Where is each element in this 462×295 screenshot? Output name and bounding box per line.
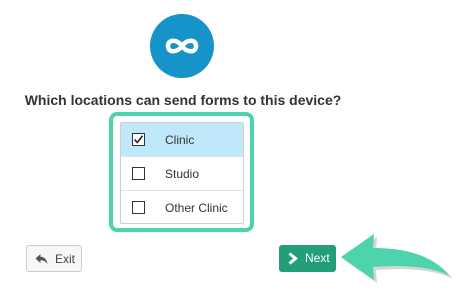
infinity-icon <box>165 38 199 54</box>
app-logo <box>150 14 214 78</box>
next-button-label: Next <box>305 251 330 265</box>
exit-button[interactable]: Exit <box>26 245 82 272</box>
exit-button-label: Exit <box>55 252 76 266</box>
location-checkbox-other-clinic[interactable] <box>132 201 145 214</box>
location-label: Other Clinic <box>165 201 228 215</box>
locations-highlight-frame: Clinic Studio Other Clinic <box>109 112 254 232</box>
location-row-studio[interactable]: Studio <box>121 157 243 191</box>
location-row-clinic[interactable]: Clinic <box>121 123 243 157</box>
locations-list: Clinic Studio Other Clinic <box>120 122 244 224</box>
pointer-arrow-icon <box>341 234 453 283</box>
location-question: Which locations can send forms to this d… <box>24 92 342 108</box>
location-label: Studio <box>165 167 200 181</box>
location-checkbox-studio[interactable] <box>132 167 145 180</box>
chevron-right-icon <box>288 252 298 265</box>
next-button[interactable]: Next <box>279 245 336 272</box>
location-checkbox-clinic[interactable] <box>132 133 145 146</box>
location-row-other-clinic[interactable]: Other Clinic <box>121 191 243 223</box>
reply-arrow-icon <box>35 254 48 264</box>
checkmark-icon <box>133 135 144 144</box>
location-label: Clinic <box>165 133 195 147</box>
